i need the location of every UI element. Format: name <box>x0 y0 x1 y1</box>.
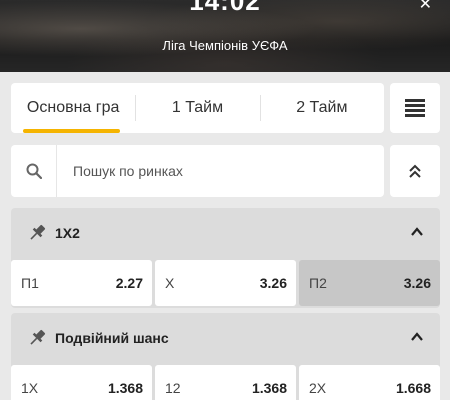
odd-label: 12 <box>165 380 181 396</box>
tab-label: Основна гра <box>26 99 120 116</box>
odd-value: 1.368 <box>251 380 287 396</box>
odds-row: 1X 1.368 12 1.368 2X 1.668 <box>11 365 440 400</box>
chevron-up-icon[interactable] <box>410 330 424 344</box>
pin-icon[interactable] <box>27 223 47 243</box>
tab-main-game[interactable]: Основна гра <box>11 83 135 133</box>
odd-p1[interactable]: П1 2.27 <box>11 260 152 306</box>
odd-value: 3.26 <box>259 275 287 291</box>
odd-label: X <box>165 275 175 291</box>
close-icon[interactable]: ✕ <box>419 0 432 14</box>
market-title: Подвійний шанс <box>55 330 169 346</box>
double-chevron-up-icon <box>409 164 421 178</box>
odd-label: 1X <box>21 380 39 396</box>
period-tabs: Основна гра 1 Тайм 2 Тайм <box>11 83 384 133</box>
match-time: 14:02 <box>189 0 261 16</box>
odd-label: 2X <box>309 380 327 396</box>
odd-value: 3.26 <box>403 275 431 291</box>
market-title: 1X2 <box>55 225 80 241</box>
odd-x[interactable]: X 3.26 <box>155 260 296 306</box>
tab-label: 1 Тайм <box>171 99 224 116</box>
search-input[interactable] <box>73 163 363 179</box>
tab-first-half[interactable]: 1 Тайм <box>135 83 259 133</box>
chevron-up-icon[interactable] <box>410 225 424 239</box>
market-search <box>11 145 384 197</box>
match-header-banner: 14:02 ✕ Ліга Чемпіонів УЄФА <box>0 0 450 72</box>
odd-p2[interactable]: П2 3.26 <box>299 260 440 306</box>
odd-1x[interactable]: 1X 1.368 <box>11 365 152 400</box>
odd-value: 1.368 <box>107 380 143 396</box>
odds-row: П1 2.27 X 3.26 П2 3.26 <box>11 260 440 306</box>
menu-lines-icon <box>405 99 425 117</box>
tab-label: 2 Тайм <box>296 99 348 116</box>
pin-icon[interactable] <box>27 328 47 348</box>
odd-value: 2.27 <box>115 275 143 291</box>
tab-second-half[interactable]: 2 Тайм <box>259 83 384 133</box>
market-header[interactable]: Подвійний шанс <box>11 313 440 363</box>
markets-menu-button[interactable] <box>390 83 440 133</box>
odd-label: П1 <box>21 275 39 291</box>
odd-12[interactable]: 12 1.368 <box>155 365 296 400</box>
odd-label: П2 <box>309 275 327 291</box>
collapse-all-button[interactable] <box>390 145 440 197</box>
market-double-chance: Подвійний шанс 1X 1.368 12 1.368 2X 1.66… <box>11 313 440 400</box>
market-header[interactable]: 1X2 <box>11 208 440 258</box>
market-1x2: 1X2 П1 2.27 X 3.26 П2 3.26 <box>11 208 440 308</box>
search-icon <box>11 145 57 197</box>
odd-2x[interactable]: 2X 1.668 <box>299 365 440 400</box>
odd-value: 1.668 <box>395 380 431 396</box>
league-name: Ліга Чемпіонів УЄФА <box>162 38 288 53</box>
